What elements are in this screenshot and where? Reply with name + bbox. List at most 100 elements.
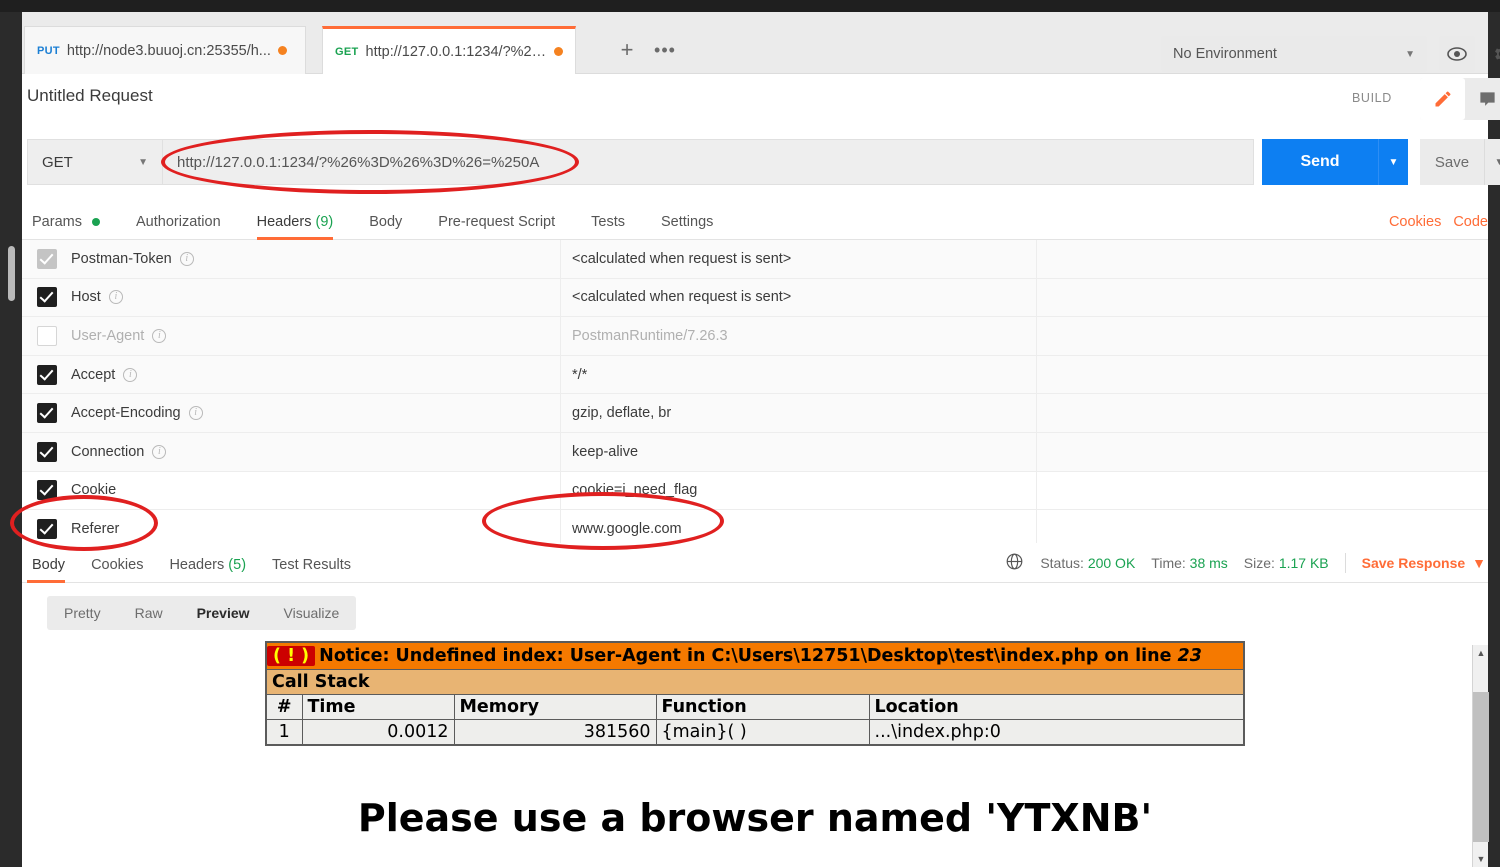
header-value[interactable]: www.google.com bbox=[560, 510, 1036, 543]
call-stack-title: Call Stack bbox=[265, 669, 1245, 695]
row-checkbox[interactable] bbox=[37, 364, 57, 385]
header-key: Connection i bbox=[71, 444, 560, 460]
info-icon[interactable]: i bbox=[108, 290, 123, 305]
table-row: 1 0.0012 381560 {main}( ) ...\index.php:… bbox=[265, 719, 1245, 746]
tab-pre-request-script[interactable]: Pre-request Script bbox=[420, 214, 573, 239]
format-preview[interactable]: Preview bbox=[180, 596, 267, 630]
header-description[interactable] bbox=[1036, 471, 1488, 510]
header-description[interactable] bbox=[1036, 394, 1488, 432]
headers-vertical-scrollbar[interactable] bbox=[8, 246, 15, 546]
time-value: 38 ms bbox=[1189, 555, 1228, 571]
scrollbar-thumb[interactable] bbox=[8, 246, 15, 301]
request-tab-put[interactable]: PUT http://node3.buuoj.cn:25355/h... bbox=[24, 26, 306, 74]
header-value[interactable]: PostmanRuntime/7.26.3 bbox=[560, 317, 1036, 355]
row-checkbox[interactable] bbox=[37, 480, 57, 501]
header-key-label: Referer bbox=[71, 520, 120, 537]
header-value[interactable]: keep-alive bbox=[560, 432, 1036, 471]
response-tab-headers[interactable]: Headers (5) bbox=[156, 557, 259, 582]
row-checkbox[interactable] bbox=[37, 287, 57, 308]
header-value[interactable]: */* bbox=[560, 355, 1036, 394]
page-title: Untitled Request bbox=[27, 86, 153, 105]
response-tab-cookies[interactable]: Cookies bbox=[78, 557, 156, 582]
header-description[interactable] bbox=[1036, 355, 1488, 394]
build-mode-toggle-group bbox=[1420, 78, 1500, 120]
tab-label: Cookies bbox=[91, 557, 144, 573]
table-row[interactable]: Accept i */* bbox=[22, 355, 1488, 395]
header-description[interactable] bbox=[1036, 240, 1488, 278]
save-button[interactable]: Save bbox=[1420, 139, 1484, 185]
status-value: 200 OK bbox=[1087, 555, 1136, 571]
save-response-button[interactable]: Save Response ▼ bbox=[1362, 555, 1486, 571]
response-meta: Status: 200 OK Time: 38 ms Size: 1.17 KB… bbox=[1005, 552, 1486, 574]
header-description[interactable] bbox=[1036, 510, 1488, 543]
new-tab-plus-icon[interactable]: + bbox=[608, 26, 646, 74]
header-description[interactable] bbox=[1036, 278, 1488, 317]
table-row[interactable]: Cookie cookie=i_need_flag bbox=[22, 471, 1488, 511]
globe-icon[interactable] bbox=[1005, 552, 1024, 574]
response-body-preview: ( ! ) Notice: Undefined index: User-Agent… bbox=[22, 641, 1488, 867]
format-raw[interactable]: Raw bbox=[118, 596, 180, 630]
header-description[interactable] bbox=[1036, 317, 1488, 355]
scroll-up-arrow-icon[interactable]: ▲ bbox=[1473, 645, 1489, 661]
tab-label: Headers bbox=[256, 214, 312, 230]
tab-authorization[interactable]: Authorization bbox=[118, 214, 239, 239]
send-options-caret-icon[interactable]: ▼ bbox=[1378, 139, 1408, 185]
tab-params[interactable]: Params bbox=[27, 214, 118, 239]
info-icon[interactable]: i bbox=[188, 406, 203, 421]
row-checkbox[interactable] bbox=[37, 325, 57, 346]
scroll-down-arrow-icon[interactable]: ▼ bbox=[1473, 851, 1489, 867]
send-button[interactable]: Send bbox=[1262, 139, 1378, 185]
tab-settings[interactable]: Settings bbox=[643, 214, 731, 239]
tab-label: Tests bbox=[591, 214, 625, 230]
header-value[interactable]: cookie=i_need_flag bbox=[560, 471, 1036, 510]
table-row[interactable]: User-Agent i PostmanRuntime/7.26.3 bbox=[22, 317, 1488, 356]
response-tab-body[interactable]: Body bbox=[27, 557, 78, 583]
header-value[interactable]: <calculated when request is sent> bbox=[560, 240, 1036, 278]
info-icon[interactable]: i bbox=[179, 251, 194, 266]
response-vertical-scrollbar[interactable]: ▲ ▼ bbox=[1472, 645, 1489, 867]
format-pretty[interactable]: Pretty bbox=[47, 596, 118, 630]
tab-url-label: http://127.0.0.1:1234/?%26%3D... bbox=[365, 43, 547, 60]
format-visualize[interactable]: Visualize bbox=[267, 596, 357, 630]
table-row[interactable]: Connection i keep-alive bbox=[22, 432, 1488, 472]
table-row[interactable]: Accept-Encoding i gzip, deflate, br bbox=[22, 394, 1488, 433]
info-icon[interactable]: i bbox=[123, 367, 138, 382]
php-notice-block: ( ! ) Notice: Undefined index: User-Agent… bbox=[265, 641, 1245, 746]
request-links: Cookies Code bbox=[1389, 214, 1488, 230]
header-description[interactable] bbox=[1036, 432, 1488, 471]
header-value[interactable]: <calculated when request is sent> bbox=[560, 278, 1036, 317]
info-icon[interactable]: i bbox=[152, 328, 167, 343]
response-tab-test-results[interactable]: Test Results bbox=[259, 557, 364, 582]
tab-label: Params bbox=[32, 214, 82, 230]
build-pencil-icon[interactable] bbox=[1420, 78, 1465, 120]
code-link[interactable]: Code bbox=[1453, 214, 1488, 230]
header-value[interactable]: gzip, deflate, br bbox=[560, 394, 1036, 432]
cookies-link[interactable]: Cookies bbox=[1389, 214, 1441, 230]
tab-overflow-more-icon[interactable]: ••• bbox=[646, 26, 684, 74]
table-row[interactable]: Host i <calculated when request is sent> bbox=[22, 278, 1488, 318]
environment-quick-look-eye-icon[interactable] bbox=[1439, 36, 1475, 72]
cell-num: 1 bbox=[265, 719, 303, 746]
save-options-caret-icon[interactable]: ▼ bbox=[1484, 139, 1500, 185]
environment-selector[interactable]: No Environment ▼ bbox=[1161, 36, 1427, 72]
table-row[interactable]: Postman-Token i <calculated when request… bbox=[22, 240, 1488, 279]
request-url-input[interactable]: http://127.0.0.1:1234/?%26%3D%26%3D%26=%… bbox=[162, 139, 1254, 185]
tab-headers[interactable]: Headers (9) bbox=[239, 214, 352, 240]
tab-tests[interactable]: Tests bbox=[573, 214, 643, 239]
settings-gear-icon[interactable] bbox=[1484, 36, 1500, 72]
table-row[interactable]: Referer www.google.com bbox=[22, 510, 1488, 543]
unsaved-dot-icon bbox=[277, 46, 287, 55]
row-checkbox[interactable] bbox=[37, 403, 57, 424]
row-checkbox[interactable] bbox=[37, 248, 57, 269]
http-method-select[interactable]: GET ▼ bbox=[27, 139, 162, 185]
tab-body[interactable]: Body bbox=[351, 214, 420, 239]
notice-message: ( ! ) Notice: Undefined index: User-Agent… bbox=[265, 641, 1245, 670]
info-icon[interactable]: i bbox=[152, 444, 167, 459]
row-checkbox[interactable] bbox=[37, 441, 57, 462]
request-tab-get[interactable]: GET http://127.0.0.1:1234/?%26%3D... bbox=[322, 26, 576, 74]
request-section-tabs: Params Authorization Headers (9) Body Pr… bbox=[22, 200, 1488, 240]
comments-icon[interactable] bbox=[1465, 78, 1500, 120]
header-key: Postman-Token i bbox=[71, 251, 560, 267]
row-checkbox[interactable] bbox=[37, 518, 57, 539]
scrollbar-thumb[interactable] bbox=[1473, 692, 1489, 842]
